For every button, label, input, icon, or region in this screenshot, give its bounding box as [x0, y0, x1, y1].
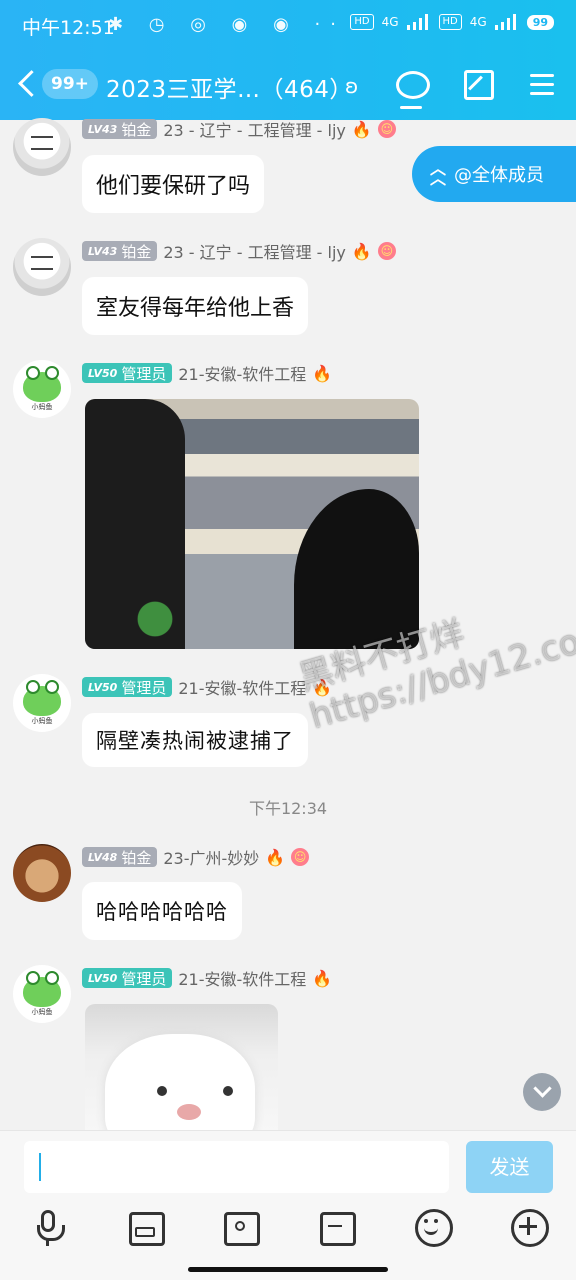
level-badge: LV50 管理员: [82, 677, 173, 697]
text-cursor: [39, 1153, 41, 1181]
time-divider: 下午12:34: [248, 799, 328, 818]
status-bar: 中午12:51 ✱ ◷ ◎ ◉ ◉ ·· HD 4G HD 4G 99: [0, 0, 576, 52]
scroll-down-button[interactable]: [523, 1073, 561, 1111]
sender-meta: LV50 管理员 21-安徽-软件工程 🔥: [82, 362, 332, 384]
smile-badge-icon: ☺: [377, 242, 396, 260]
signal-icon: [406, 14, 431, 30]
signal-icon: [494, 14, 519, 30]
message-bubble[interactable]: 室友得每年给他上香: [82, 277, 309, 335]
fire-icon: 🔥: [351, 241, 372, 261]
sender-name[interactable]: 21-安徽-软件工程: [178, 361, 306, 385]
edit-icon[interactable]: [462, 68, 496, 102]
fire-icon: 🔥: [351, 119, 372, 139]
battery-icon: 99: [526, 14, 554, 30]
group-title[interactable]: 2023三亚学…（464）: [106, 70, 353, 104]
sender-name[interactable]: 23 - 辽宁 - 工程管理 - ljy: [163, 117, 346, 141]
sender-name[interactable]: 21-安徽-软件工程: [178, 966, 306, 990]
mention-all-label: @全体成员: [454, 165, 545, 186]
avatar[interactable]: 小蚂鱼: [13, 965, 71, 1023]
message-bubble[interactable]: 哈哈哈哈哈哈: [82, 882, 242, 940]
avatar[interactable]: [13, 238, 71, 296]
status-notification-icons: ✱ ◷ ◎ ◉ ◉ ··: [108, 14, 346, 35]
sender-meta: LV48 铂金 23-广州-妙妙 🔥 ☺: [82, 845, 310, 869]
level-badge: LV48 铂金: [82, 847, 158, 867]
status-time: 中午12:51: [22, 17, 115, 39]
home-indicator: [188, 1267, 388, 1272]
avatar[interactable]: 小蚂鱼: [13, 360, 71, 418]
menu-icon[interactable]: [528, 68, 562, 102]
image-message[interactable]: [85, 1004, 278, 1131]
level-badge: LV50 管理员: [82, 968, 173, 988]
back-icon[interactable]: [14, 64, 40, 104]
level-badge: LV50 管理员: [82, 363, 173, 383]
fire-icon: 🔥: [265, 847, 286, 867]
message-bubble[interactable]: 隔壁凑热闹被逮捕了: [82, 713, 308, 767]
camera-icon[interactable]: [221, 1207, 261, 1247]
emoji-icon[interactable]: [413, 1207, 453, 1247]
ear-icon[interactable]: ʚ: [345, 74, 358, 98]
avatar[interactable]: [13, 118, 71, 176]
message-input[interactable]: [24, 1141, 449, 1193]
sender-meta: LV43 铂金 23 - 辽宁 - 工程管理 - ljy 🔥 ☺: [82, 118, 396, 140]
send-button[interactable]: 发送: [466, 1141, 553, 1193]
mic-icon[interactable]: [28, 1207, 68, 1247]
mention-all-button[interactable]: ︿ ︿ @全体成员: [412, 146, 576, 202]
sender-name[interactable]: 21-安徽-软件工程: [178, 675, 306, 699]
red-packet-icon[interactable]: [317, 1207, 357, 1247]
smile-badge-icon: ☺: [291, 848, 310, 866]
sender-meta: LV43 铂金 23 - 辽宁 - 工程管理 - ljy 🔥 ☺: [82, 240, 396, 262]
sender-meta: LV50 管理员 21-安徽-软件工程 🔥: [82, 676, 332, 698]
plus-icon[interactable]: [509, 1207, 549, 1247]
fire-icon: 🔥: [312, 363, 333, 383]
fire-icon: 🔥: [312, 968, 333, 988]
level-badge: LV43 铂金: [82, 119, 158, 139]
sender-meta: LV50 管理员 21-安徽-软件工程 🔥: [82, 967, 332, 989]
avatar[interactable]: [13, 844, 71, 902]
level-badge: LV43 铂金: [82, 241, 158, 261]
message-bubble[interactable]: 他们要保研了吗: [82, 155, 265, 213]
input-bar: 发送: [0, 1130, 576, 1280]
double-chevron-up-icon: ︿ ︿: [430, 159, 447, 188]
network-label: 4G: [469, 15, 487, 29]
avatar[interactable]: 小蚂鱼: [13, 674, 71, 732]
sender-name[interactable]: 23 - 辽宁 - 工程管理 - ljy: [163, 239, 346, 263]
unread-badge[interactable]: 99+: [42, 69, 98, 99]
top-bar: 中午12:51 ✱ ◷ ◎ ◉ ◉ ·· HD 4G HD 4G 99 99+ …: [0, 0, 576, 120]
photo-icon[interactable]: [126, 1207, 166, 1247]
status-right: HD 4G HD 4G 99: [350, 14, 554, 30]
hd-icon: HD: [350, 14, 374, 30]
sender-name[interactable]: 23-广州-妙妙: [163, 845, 259, 869]
smile-badge-icon: ☺: [377, 120, 396, 138]
chat-header: 99+ 2023三亚学…（464） ʚ: [0, 52, 576, 120]
chat-bubble-icon[interactable]: [394, 68, 430, 109]
hd-icon: HD: [438, 14, 462, 30]
image-message[interactable]: [85, 399, 419, 649]
network-label: 4G: [381, 15, 399, 29]
